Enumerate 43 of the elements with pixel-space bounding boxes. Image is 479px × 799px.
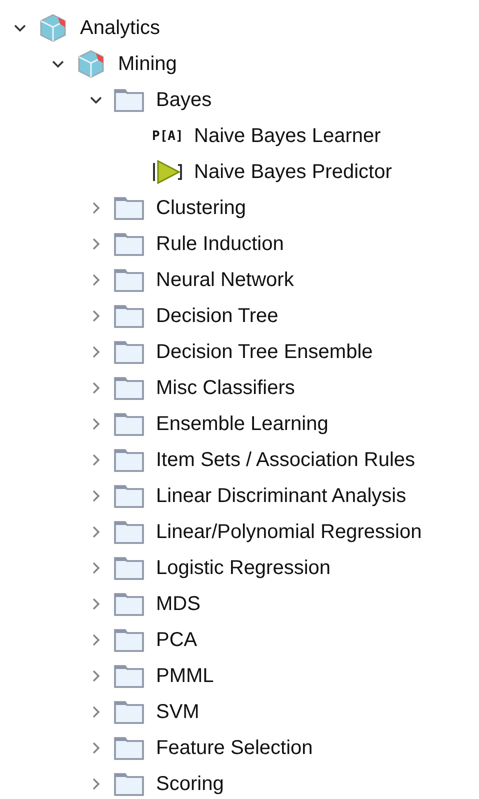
tree-item[interactable]: SVM bbox=[156, 699, 200, 725]
cube-icon bbox=[38, 13, 68, 43]
tree-item[interactable]: Rule Induction bbox=[156, 231, 284, 257]
tree-item[interactable]: Linear/Polynomial Regression bbox=[156, 519, 422, 545]
folder-icon bbox=[114, 412, 144, 436]
cube-icon bbox=[76, 49, 106, 79]
tree-item[interactable]: Ensemble Learning bbox=[156, 411, 328, 437]
folder-icon bbox=[114, 88, 144, 112]
folder-icon bbox=[114, 448, 144, 472]
folder-icon bbox=[114, 736, 144, 760]
tree-item[interactable]: Linear Discriminant Analysis bbox=[156, 483, 406, 509]
tree-item[interactable]: MDS bbox=[156, 591, 200, 617]
tree-item[interactable]: Clustering bbox=[156, 195, 246, 221]
tree-item[interactable]: Decision Tree Ensemble bbox=[156, 339, 373, 365]
folder-icon bbox=[114, 232, 144, 256]
tree-item[interactable]: Decision Tree bbox=[156, 303, 278, 329]
folder-icon bbox=[114, 520, 144, 544]
tree-item[interactable]: Misc Classifiers bbox=[156, 375, 295, 401]
folder-icon bbox=[114, 196, 144, 220]
folder-icon bbox=[114, 556, 144, 580]
tree-item[interactable]: Neural Network bbox=[156, 267, 294, 293]
node-item[interactable]: Naive Bayes Learner bbox=[194, 123, 381, 149]
tree-item[interactable]: Logistic Regression bbox=[156, 555, 331, 581]
tree-item[interactable]: Feature Selection bbox=[156, 735, 313, 761]
learner-icon: P[A] bbox=[152, 128, 184, 144]
node-item[interactable]: Naive Bayes Predictor bbox=[194, 159, 392, 185]
folder-icon bbox=[114, 340, 144, 364]
folder-icon bbox=[114, 268, 144, 292]
folder-icon bbox=[114, 664, 144, 688]
tree-item[interactable]: Item Sets / Association Rules bbox=[156, 447, 416, 473]
folder-icon bbox=[114, 700, 144, 724]
folder-icon bbox=[114, 484, 144, 508]
tree-item[interactable]: PMML bbox=[156, 663, 214, 689]
tree-item[interactable]: PCA bbox=[156, 627, 198, 653]
folder-icon bbox=[114, 592, 144, 616]
tree-item[interactable]: Scoring bbox=[156, 771, 224, 797]
tree-item[interactable]: Analytics bbox=[80, 15, 160, 41]
folder-icon bbox=[114, 376, 144, 400]
tree-item[interactable]: Mining bbox=[118, 51, 177, 77]
folder-icon bbox=[114, 628, 144, 652]
tree-item[interactable]: Bayes bbox=[156, 87, 212, 113]
folder-icon bbox=[114, 304, 144, 328]
folder-icon bbox=[114, 772, 144, 796]
